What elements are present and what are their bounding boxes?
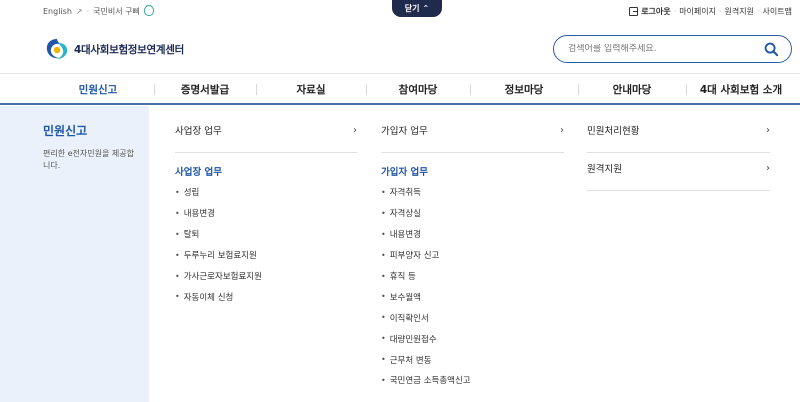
remote-support-link[interactable]: 원격지원 bbox=[725, 6, 754, 17]
submenu-title-subscriber: 가입자 업무 bbox=[381, 167, 429, 178]
submenu-item[interactable]: 두루누리 보험료지원 bbox=[175, 245, 262, 266]
logo-text: 4대사회보험정보연계센터 bbox=[74, 43, 184, 56]
submenu-title-workplace: 사업장 업무 bbox=[175, 167, 223, 178]
search-box bbox=[553, 35, 792, 63]
submenu-item[interactable]: 대량민원접수 bbox=[381, 328, 471, 349]
nav-item-about[interactable]: 4대 사회보험 소개 bbox=[686, 74, 796, 104]
menu-label: 가입자 업무 bbox=[381, 126, 428, 137]
submenu-item[interactable]: 피부양자 신고 bbox=[381, 245, 471, 266]
submenu-item[interactable]: 자동이체 신청 bbox=[175, 286, 262, 307]
panel-title: 민원신고 bbox=[43, 124, 88, 138]
nav-item-guide[interactable]: 안내마당 bbox=[578, 74, 686, 104]
mypage-link[interactable]: 마이페이지 bbox=[679, 6, 716, 17]
kids-link[interactable]: 국민비서 구삐 bbox=[93, 6, 140, 17]
chevron-right-icon: › bbox=[560, 124, 564, 136]
chevron-up-icon: ⌃ bbox=[422, 4, 430, 13]
submenu-item[interactable]: 휴직 등 bbox=[381, 266, 471, 287]
chevron-right-icon: › bbox=[766, 124, 770, 136]
submenu-item[interactable]: 근무처 변동 bbox=[381, 349, 471, 370]
megamenu-left-panel: 민원신고 편리한 e전자민원을 제공합니다. bbox=[0, 106, 149, 402]
subscriber-submenu-list: 자격취득 자격상실 내용변경 피부양자 신고 휴직 등 보수월액 이직확인서 대… bbox=[381, 182, 471, 391]
nav-item-archive[interactable]: 자료실 bbox=[256, 74, 366, 104]
menu-label: 원격지원 bbox=[587, 164, 622, 175]
logout-label: 로그아웃 bbox=[641, 7, 671, 16]
separator-dot: · bbox=[86, 7, 90, 16]
submenu-item[interactable]: 내용변경 bbox=[381, 224, 471, 245]
submenu-item[interactable]: 성립 bbox=[175, 182, 262, 203]
logo-icon bbox=[46, 39, 68, 59]
nav-item-complaint[interactable]: 민원신고 bbox=[42, 74, 154, 104]
submenu-item[interactable]: 내용변경 bbox=[175, 203, 262, 224]
top-left-links: English ↗ · 국민비서 구삐 bbox=[43, 5, 154, 17]
close-label: 닫기 bbox=[404, 4, 420, 13]
submenu-item[interactable]: 국민연금 소득총액신고 bbox=[381, 370, 471, 391]
mascot-icon bbox=[143, 5, 154, 16]
logout-button[interactable]: 로그아웃 bbox=[629, 6, 671, 17]
site-logo[interactable]: 4대사회보험정보연계센터 bbox=[45, 38, 184, 60]
nav-item-information[interactable]: 정보마당 bbox=[470, 74, 578, 104]
menu-subscriber-business[interactable]: 가입자 업무 › bbox=[381, 108, 564, 153]
search-icon[interactable] bbox=[764, 42, 779, 57]
chevron-right-icon: › bbox=[353, 124, 357, 136]
panel-description: 편리한 e전자민원을 제공합니다. bbox=[43, 149, 134, 170]
logout-icon bbox=[629, 7, 639, 16]
submenu-item[interactable]: 탈퇴 bbox=[175, 224, 262, 245]
menu-remote-support[interactable]: 원격지원 › bbox=[587, 146, 770, 191]
submenu-item[interactable]: 보수월액 bbox=[381, 286, 471, 307]
top-utility-bar: English ↗ · 국민비서 구삐 닫기 ⌃ 로그아웃 · 마이페이지 · … bbox=[0, 0, 800, 26]
chevron-right-icon: › bbox=[766, 162, 770, 174]
external-link-icon: ↗ bbox=[75, 7, 83, 16]
search-input[interactable] bbox=[568, 44, 758, 54]
sitemap-link[interactable]: 사이트맵 bbox=[763, 6, 792, 17]
workplace-submenu-list: 성립 내용변경 탈퇴 두루누리 보험료지원 가사근로자보험료지원 자동이체 신청 bbox=[175, 182, 262, 307]
menu-label: 사업장 업무 bbox=[175, 126, 222, 137]
submenu-item[interactable]: 이직확인서 bbox=[381, 307, 471, 328]
header: 4대사회보험정보연계센터 bbox=[0, 26, 800, 72]
english-link[interactable]: English bbox=[43, 7, 72, 16]
submenu-item[interactable]: 자격취득 bbox=[381, 182, 471, 203]
submenu-item[interactable]: 가사근로자보험료지원 bbox=[175, 266, 262, 287]
menu-label: 민원처리현황 bbox=[587, 126, 640, 137]
nav-item-certificate[interactable]: 증명서발급 bbox=[154, 74, 256, 104]
menu-workplace-business[interactable]: 사업장 업무 › bbox=[175, 108, 357, 153]
submenu-item[interactable]: 자격상실 bbox=[381, 203, 471, 224]
top-right-links: 로그아웃 · 마이페이지 · 원격지원 · 사이트맵 bbox=[629, 6, 792, 17]
nav-item-participation[interactable]: 참여마당 bbox=[366, 74, 470, 104]
global-nav: 민원신고 증명서발급 자료실 참여마당 정보마당 안내마당 4대 사회보험 소개 bbox=[0, 73, 800, 105]
close-menu-button[interactable]: 닫기 ⌃ bbox=[392, 0, 442, 17]
